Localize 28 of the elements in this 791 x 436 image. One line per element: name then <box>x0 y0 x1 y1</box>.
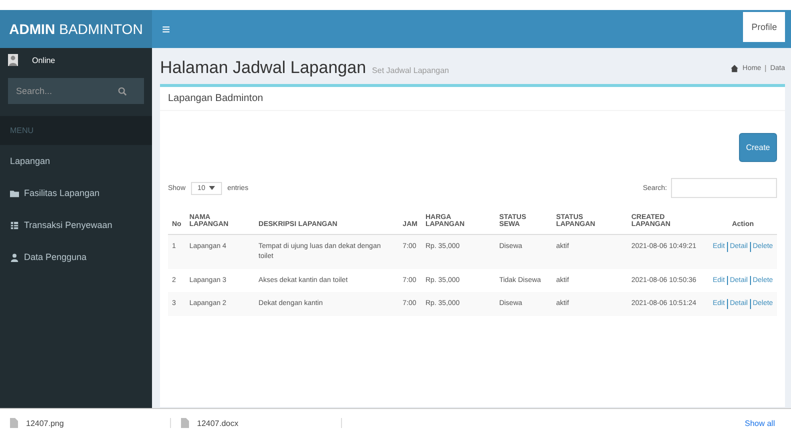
search-field[interactable]: Search... <box>8 78 144 104</box>
sidebar-item[interactable]: Data Pengguna <box>0 241 152 273</box>
table-search-field[interactable] <box>671 178 777 198</box>
avatar-icon <box>8 54 18 66</box>
table-icon <box>10 220 19 230</box>
sidebar-item[interactable]: Fasilitas Lapangan <box>0 177 152 209</box>
create-button[interactable]: Create <box>738 133 777 162</box>
search-input[interactable]: Search... <box>14 85 118 97</box>
box-title: Lapangan Badminton <box>160 87 785 111</box>
online-status: Online <box>32 56 56 64</box>
download-item[interactable]: 12407.png <box>26 418 64 428</box>
sidebar-item[interactable]: Lapangan <box>0 145 152 177</box>
folder-icon <box>10 188 19 198</box>
home-icon <box>730 64 739 73</box>
page-subtitle: Set Jadwal Lapangan <box>372 66 449 75</box>
file-icon <box>10 418 18 428</box>
download-item[interactable]: 12407.docx <box>197 418 238 428</box>
show-all-button[interactable]: Show all <box>738 418 781 428</box>
caret-icon[interactable] <box>209 186 216 190</box>
profile-button[interactable]: Profile <box>743 12 785 42</box>
user-icon <box>10 252 19 262</box>
menu-header: MENU <box>0 116 152 145</box>
file-icon <box>181 418 189 428</box>
search-icon[interactable] <box>118 86 127 96</box>
menu-toggle-button[interactable]: ≡ <box>162 21 170 37</box>
sidebar-item[interactable]: Transaksi Penyewaan <box>0 209 152 241</box>
page-title: Halaman Jadwal Lapangan <box>160 58 366 78</box>
app-logo[interactable]: ADMIN BADMINTON <box>0 10 152 48</box>
